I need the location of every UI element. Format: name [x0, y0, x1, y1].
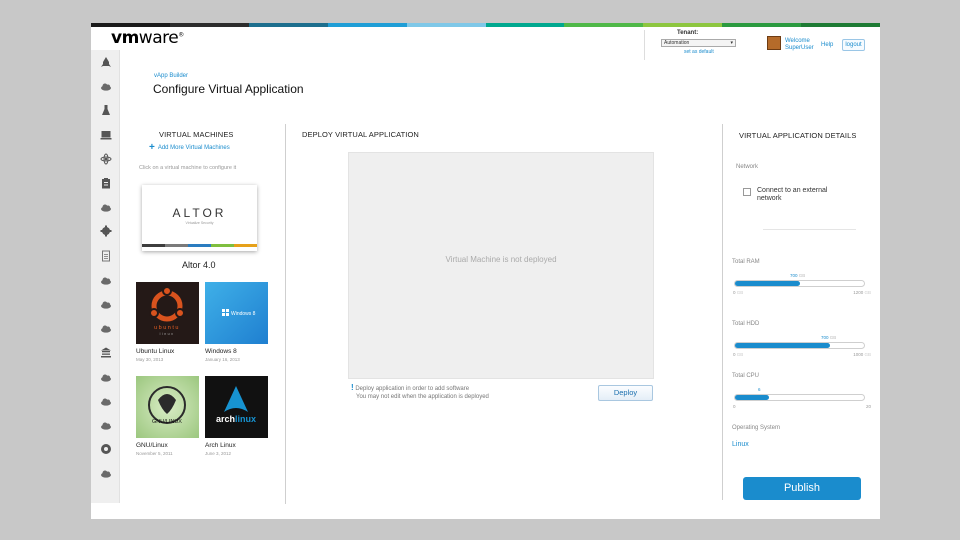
cloud-icon[interactable] — [91, 461, 120, 485]
page-title: Configure Virtual Application — [153, 82, 304, 96]
deploy-panel-heading: DEPLOY VIRTUAL APPLICATION — [302, 130, 419, 139]
external-network-label[interactable]: Connect to an external network — [757, 187, 852, 203]
details-panel-heading: VIRTUAL APPLICATION DETAILS — [739, 131, 857, 140]
archlinux-vm-tile[interactable]: archlinux — [205, 376, 268, 438]
vmware-logo: vmware® — [99, 27, 199, 50]
cloud-icon[interactable] — [91, 195, 120, 219]
flask-icon[interactable] — [91, 98, 120, 122]
deploy-button[interactable]: Deploy — [598, 385, 653, 401]
slider-value: 700 GB — [790, 273, 806, 278]
svg-text:archlinux: archlinux — [216, 414, 256, 424]
cloud-icon[interactable] — [91, 74, 120, 98]
welcome-text: Welcome SuperUser — [785, 38, 814, 51]
color-stripe — [91, 23, 880, 27]
windows-logo-icon: Windows 8 — [205, 282, 268, 344]
disc-icon[interactable] — [91, 437, 120, 461]
bank-icon[interactable] — [91, 340, 120, 364]
slider-max: 1000 GB — [853, 352, 871, 357]
vm-hint: Click on a virtual machine to configure … — [139, 165, 237, 171]
vm-date: January 16, 2013 — [205, 357, 240, 362]
logout-button[interactable]: logout — [842, 39, 865, 51]
tenant-label: Tenant: — [677, 30, 699, 36]
cloud-icon[interactable] — [91, 292, 120, 316]
breadcrumb[interactable]: vApp Builder — [154, 73, 188, 79]
os-label: Operating System — [732, 425, 781, 431]
app-window: vmware® Tenant: Automation ▾ set as defa… — [91, 23, 880, 519]
slider-max: 1200 GB — [853, 290, 871, 295]
altor-logo: ALTOR — [172, 206, 227, 220]
altor-vm-name: Altor 4.0 — [182, 260, 216, 270]
monitor-icon[interactable] — [91, 123, 120, 147]
slider-fill — [735, 281, 800, 286]
resource-slider[interactable] — [734, 394, 865, 401]
plus-icon: + — [149, 142, 155, 153]
slider-fill — [735, 343, 831, 348]
resource-label: Total HDD — [732, 321, 760, 327]
external-network-checkbox[interactable] — [743, 188, 751, 196]
resource-slider[interactable] — [734, 280, 865, 287]
publish-button[interactable]: Publish — [743, 477, 861, 500]
resource-label: Total RAM — [732, 259, 760, 265]
ubuntu-vm-tile[interactable]: ubuntu linux — [136, 282, 199, 344]
vm-name: Ubuntu Linux — [136, 348, 175, 355]
rocket-icon[interactable] — [91, 50, 120, 74]
cloud-icon[interactable] — [91, 364, 120, 388]
help-link[interactable]: Help — [821, 42, 833, 48]
tenant-selected-value: Automation — [664, 40, 690, 46]
gear-icon[interactable] — [91, 219, 120, 243]
os-value[interactable]: Linux — [732, 441, 749, 448]
cloud-icon[interactable] — [91, 413, 120, 437]
slider-fill — [735, 395, 769, 400]
cloud-icon[interactable] — [91, 268, 120, 292]
vm-date: November 5, 2011 — [136, 451, 173, 456]
cloud-icon[interactable] — [91, 316, 120, 340]
altor-tagline: Virtualize Security — [185, 221, 214, 225]
deploy-drop-area[interactable]: Virtual Machine is not deployed — [348, 152, 654, 379]
network-label: Network — [736, 164, 759, 170]
windows8-vm-tile[interactable]: Windows 8 — [205, 282, 268, 344]
vm-name: Windows 8 — [205, 348, 237, 355]
ubuntu-logo-icon: ubuntu linux — [136, 282, 199, 344]
arch-logo-icon: archlinux — [205, 376, 268, 438]
slider-min: 0 — [733, 404, 736, 409]
vm-date: May 30, 2013 — [136, 357, 164, 362]
gnu-logo-icon: GNU/LINUX — [136, 376, 199, 438]
atom-icon[interactable] — [91, 147, 120, 171]
slider-min: 0 GB — [733, 352, 744, 357]
vm-name: Arch Linux — [205, 442, 236, 449]
deploy-note: ! Deploy application in order to add sof… — [351, 383, 489, 401]
document-icon[interactable] — [91, 244, 120, 268]
avatar[interactable] — [767, 36, 781, 50]
chevron-down-icon: ▾ — [730, 40, 733, 46]
vm-panel-heading: VIRTUAL MACHINES — [159, 130, 234, 139]
gnulinux-vm-tile[interactable]: GNU/LINUX — [136, 376, 199, 438]
resource-label: Total CPU — [732, 373, 760, 379]
add-vm-link[interactable]: + Add More Virtual Machines — [149, 142, 230, 153]
svg-text:linux: linux — [160, 332, 175, 336]
vm-name: GNU/Linux — [136, 442, 168, 449]
not-deployed-message: Virtual Machine is not deployed — [445, 255, 557, 264]
altor-vm-card[interactable]: ALTOR Virtualize Security — [142, 185, 257, 251]
slider-value: 700 GB — [821, 335, 837, 340]
set-default-link[interactable]: set as default — [684, 49, 714, 55]
cloud-icon[interactable] — [91, 389, 120, 413]
sidebar — [91, 50, 120, 503]
slider-value: 6 — [758, 387, 761, 392]
svg-text:Windows 8: Windows 8 — [231, 311, 256, 317]
svg-text:GNU/LINUX: GNU/LINUX — [152, 419, 182, 425]
slider-max: 20 — [865, 404, 871, 409]
info-icon: ! — [351, 383, 354, 392]
svg-text:ubuntu: ubuntu — [154, 325, 180, 331]
slider-min: 0 GB — [733, 290, 744, 295]
clipboard-icon[interactable] — [91, 171, 120, 195]
tenant-select[interactable]: Automation ▾ — [661, 39, 736, 47]
vm-date: June 3, 2012 — [205, 451, 232, 456]
resource-slider[interactable] — [734, 342, 865, 349]
